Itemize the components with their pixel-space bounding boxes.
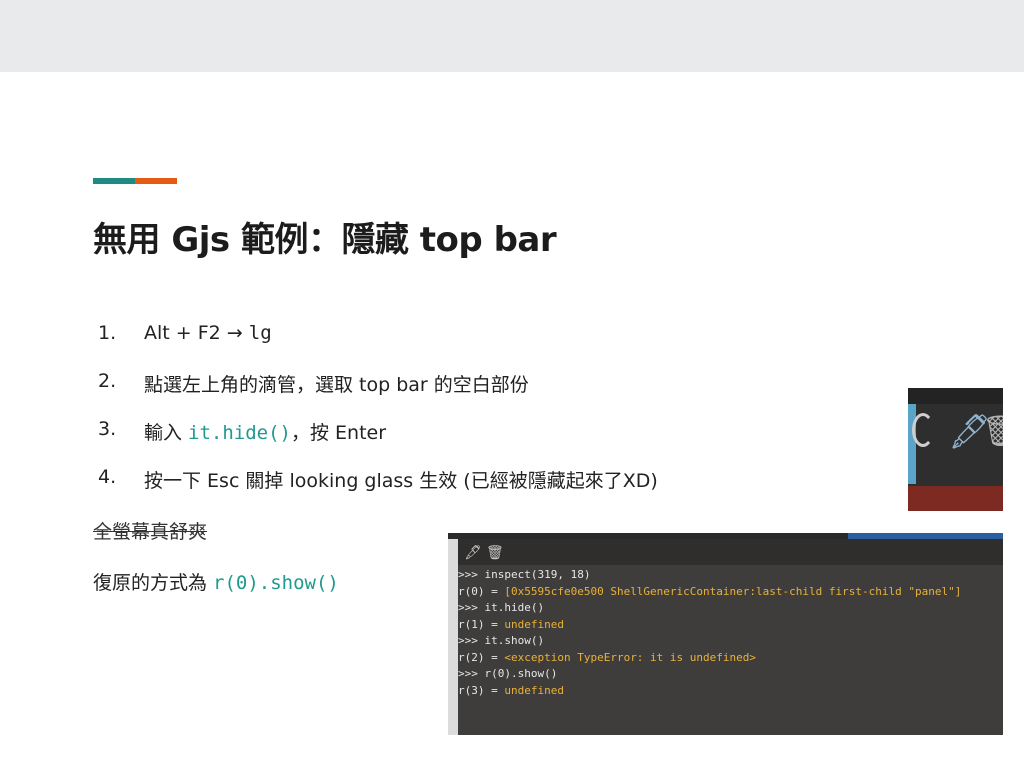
trash-icon: 🗑	[486, 545, 504, 561]
slide-title: 無用 Gjs 範例：隱藏 top bar	[93, 220, 557, 260]
step-text-prefix: Alt + F2 →	[144, 322, 249, 344]
inspect-circle-icon	[912, 413, 934, 447]
terminal-line-text: r(3) =	[458, 683, 505, 697]
eyedropper-icon: 🖋	[464, 545, 482, 561]
terminal-output: >>> inspect(319, 18) r(0) = [0x5595cfe0e…	[458, 567, 961, 699]
terminal-icon-bar: 🖋 🗑	[458, 539, 1003, 565]
terminal-line: r(3) = undefined	[458, 683, 961, 700]
restore-code: r(0).show()	[213, 572, 339, 594]
restore-note: 復原的方式為 r(0).show()	[93, 568, 339, 595]
step-item: 1. Alt + F2 → lg	[98, 318, 858, 366]
terminal-line-value: <exception TypeError: it is undefined>	[504, 650, 757, 664]
terminal-line-text: >>> r(0).show()	[458, 667, 558, 680]
terminal-line-text: >>> inspect(319, 18)	[458, 568, 591, 581]
terminal-line-value: undefined	[504, 617, 564, 631]
terminal-line-text: >>> it.hide()	[458, 601, 545, 614]
lg-toolbar-screenshot: 🖋 🗑	[908, 388, 1003, 511]
terminal-line-text: r(1) =	[458, 617, 505, 631]
terminal-line: r(2) = <exception TypeError: it is undef…	[458, 650, 961, 667]
step-text-prefix: 輸入	[144, 422, 189, 444]
terminal-line-text: r(0) =	[458, 584, 505, 598]
restore-prefix: 復原的方式為	[93, 572, 214, 594]
screenshot-side-strip	[908, 404, 916, 484]
step-text: Alt + F2 → lg	[144, 322, 272, 344]
step-code: it.hide()	[188, 422, 291, 444]
terminal-line-value: undefined	[504, 683, 564, 697]
step-text: 輸入 it.hide()，按 Enter	[144, 418, 386, 445]
looking-glass-terminal-screenshot: 🖋 🗑 >>> inspect(319, 18) r(0) = [0x5595c…	[448, 533, 1003, 735]
step-item: 4. 按一下 Esc 關掉 looking glass 生效 (已經被隱藏起來了…	[98, 462, 858, 510]
terminal-line: >>> it.show()	[458, 633, 961, 650]
step-number: 3.	[98, 418, 117, 440]
step-item: 2. 點選左上角的滴管，選取 top bar 的空白部份	[98, 366, 858, 414]
step-number: 1.	[98, 322, 117, 344]
terminal-line-value: [0x5595cfe0e500 ShellGenericContainer:la…	[504, 584, 962, 598]
terminal-line-text: r(2) =	[458, 650, 505, 664]
terminal-line: r(1) = undefined	[458, 617, 961, 634]
top-band	[0, 0, 1024, 72]
accent-orange-segment	[135, 178, 177, 184]
title-accent-bar	[93, 178, 177, 184]
terminal-line: >>> r(0).show()	[458, 666, 961, 683]
step-number: 2.	[98, 370, 117, 392]
strikethrough-note: 全螢幕真舒爽	[93, 521, 208, 543]
step-text: 按一下 Esc 關掉 looking glass 生效 (已經被隱藏起來了XD)	[144, 470, 658, 492]
step-text-suffix: ，按 Enter	[291, 422, 387, 444]
screenshot-top-bar	[908, 388, 1003, 404]
step-item: 3. 輸入 it.hide()，按 Enter	[98, 414, 858, 462]
trash-icon: 🗑	[982, 414, 1003, 449]
terminal-left-column	[448, 539, 458, 735]
step-code: lg	[248, 322, 272, 344]
terminal-line: r(0) = [0x5595cfe0e500 ShellGenericConta…	[458, 584, 961, 601]
terminal-line-text: >>> it.show()	[458, 634, 545, 647]
screenshot-bottom-strip	[908, 486, 1003, 511]
terminal-line: >>> inspect(319, 18)	[458, 567, 961, 584]
step-number: 4.	[98, 466, 117, 488]
steps-list: 1. Alt + F2 → lg 2. 點選左上角的滴管，選取 top bar …	[98, 318, 858, 510]
accent-teal-segment	[93, 178, 135, 184]
terminal-line: >>> it.hide()	[458, 600, 961, 617]
step-text: 點選左上角的滴管，選取 top bar 的空白部份	[144, 374, 529, 396]
